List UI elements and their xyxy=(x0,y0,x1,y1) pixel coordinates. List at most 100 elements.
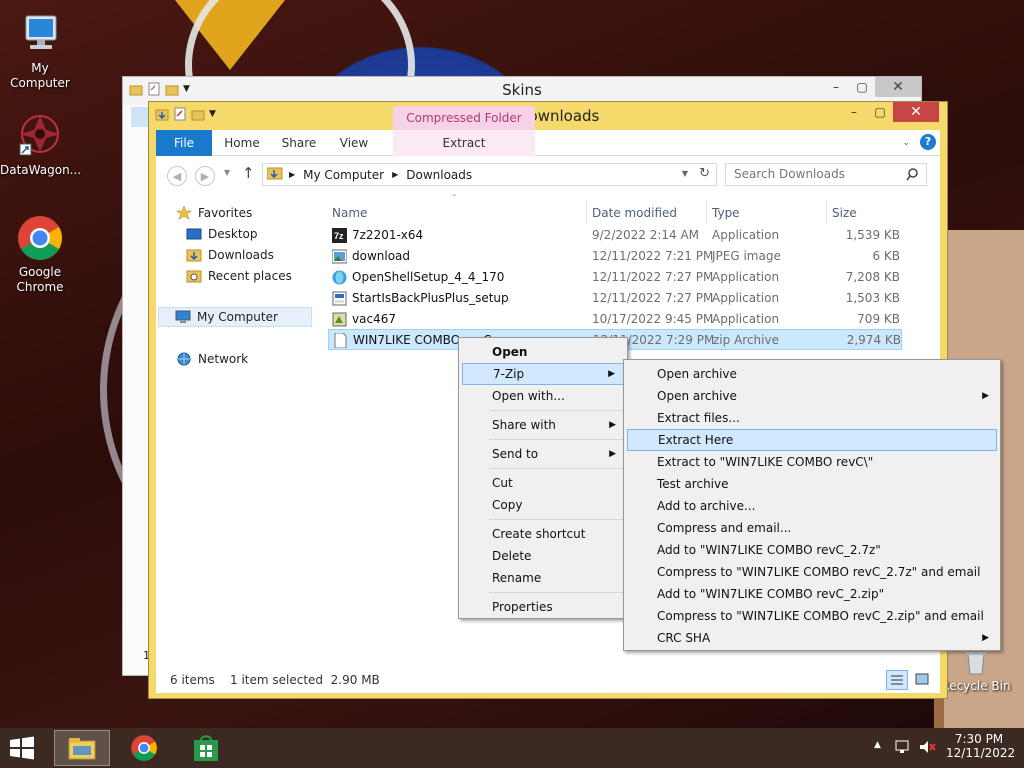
ribbon-tabs: Compressed Folder Tools File Home Share … xyxy=(156,106,940,156)
address-bar[interactable]: ▶ My Computer ▶ Downloads ▼ ↻ xyxy=(262,163,717,186)
column-header-type[interactable]: Type xyxy=(712,206,740,220)
column-divider[interactable] xyxy=(706,200,707,224)
tab-extract[interactable]: Extract xyxy=(393,130,535,156)
menu-item-rename[interactable]: Rename xyxy=(462,567,624,589)
close-button[interactable]: ✕ xyxy=(875,77,921,97)
menu-item-7zip[interactable]: 7-Zip ▶ xyxy=(462,363,624,385)
search-icon[interactable] xyxy=(906,167,918,188)
menu-label: Compress to "WIN7LIKE COMBO revC_2.zip" … xyxy=(657,609,984,623)
tab-share[interactable]: Share xyxy=(274,130,324,156)
chrome-icon xyxy=(16,214,64,262)
network-status-icon[interactable] xyxy=(894,738,912,759)
breadcrumb-separator-icon[interactable]: ▶ xyxy=(289,170,295,179)
breadcrumb-downloads[interactable]: Downloads xyxy=(406,168,472,182)
file-size: 7,208 KB xyxy=(845,270,900,284)
breadcrumb-separator-icon[interactable]: ▶ xyxy=(392,170,398,179)
nav-item-network[interactable]: Network xyxy=(176,349,248,369)
menu-item-create-shortcut[interactable]: Create shortcut xyxy=(462,523,624,545)
expand-ribbon-icon[interactable]: ⌄ xyxy=(902,138,910,148)
context-tab-header: Compressed Folder Tools xyxy=(393,106,535,149)
new-folder-icon[interactable] xyxy=(191,107,205,121)
zip-item-crc-sha[interactable]: CRC SHA ▶ xyxy=(627,627,997,649)
recent-locations-chevron-icon[interactable]: ▼ xyxy=(224,168,230,177)
chevron-down-icon[interactable]: ▼ xyxy=(209,109,216,119)
file-type: Application xyxy=(712,291,780,305)
tab-file[interactable]: File xyxy=(156,130,212,156)
forward-button[interactable]: ▶ xyxy=(195,166,215,186)
menu-label: Delete xyxy=(492,549,532,563)
desktop-icon-label: DataWagon... xyxy=(0,163,82,177)
zip-item-add-to-zip[interactable]: Add to "WIN7LIKE COMBO revC_2.zip" xyxy=(627,583,997,605)
menu-item-cut[interactable]: Cut xyxy=(462,472,624,494)
show-hidden-icons-icon[interactable]: ▲ xyxy=(874,740,881,750)
column-header-size[interactable]: Size xyxy=(832,206,857,220)
menu-item-properties[interactable]: Properties xyxy=(462,596,624,618)
taskbar-windows-store[interactable] xyxy=(178,730,234,766)
column-header-name[interactable]: Name xyxy=(332,206,367,220)
menu-label: Add to archive... xyxy=(657,499,756,513)
taskbar-google-chrome[interactable] xyxy=(116,730,172,766)
file-name: StartIsBackPlusPlus_setup xyxy=(352,291,509,305)
refresh-icon[interactable]: ↻ xyxy=(699,166,710,181)
close-button[interactable]: ✕ xyxy=(893,102,939,122)
start-button[interactable] xyxy=(8,736,38,760)
explorer-titlebar[interactable]: ▼ Downloads – ▢ ✕ xyxy=(149,102,947,130)
menu-item-copy[interactable]: Copy xyxy=(462,494,624,516)
breadcrumb-my-computer[interactable]: My Computer xyxy=(303,168,384,182)
back-button[interactable]: ◀ xyxy=(167,166,187,186)
nav-item-my-computer[interactable]: My Computer xyxy=(158,307,312,327)
zip-item-add-to-archive[interactable]: Add to archive... xyxy=(627,495,997,517)
zip-item-add-to-7z[interactable]: Add to "WIN7LIKE COMBO revC_2.7z" xyxy=(627,539,997,561)
tab-home[interactable]: Home xyxy=(218,130,266,156)
nav-item-downloads[interactable]: Downloads xyxy=(186,245,274,265)
clock[interactable]: 7:30 PM 12/11/2022 xyxy=(946,732,1015,760)
details-view-icon[interactable] xyxy=(886,670,908,690)
image-file-icon xyxy=(331,249,348,264)
up-arrow-icon[interactable]: ↑ xyxy=(242,164,255,182)
desktop-icon-my-computer[interactable]: My Computer xyxy=(0,10,80,91)
file-row[interactable]: vac467 10/17/2022 9:45 PM Application 70… xyxy=(328,309,902,330)
tab-view[interactable]: View xyxy=(330,130,378,156)
menu-item-open[interactable]: Open xyxy=(462,341,624,363)
maximize-button[interactable]: ▢ xyxy=(849,77,875,97)
zip-item-test-archive[interactable]: Test archive xyxy=(627,473,997,495)
address-dropdown-icon[interactable]: ▼ xyxy=(682,169,688,178)
taskbar-file-explorer[interactable] xyxy=(54,730,110,766)
minimize-button[interactable]: – xyxy=(841,102,867,122)
column-divider[interactable] xyxy=(586,200,587,224)
desktop-icon-google-chrome[interactable]: Google Chrome xyxy=(0,214,80,295)
nav-item-favorites[interactable]: Favorites xyxy=(176,203,252,223)
zip-item-compress-7z-email[interactable]: Compress to "WIN7LIKE COMBO revC_2.7z" a… xyxy=(627,561,997,583)
zip-item-compress-and-email[interactable]: Compress and email... xyxy=(627,517,997,539)
nav-label: Recent places xyxy=(208,269,292,283)
properties-icon[interactable] xyxy=(173,107,187,121)
zip-item-open-archive[interactable]: Open archive xyxy=(627,363,997,385)
menu-item-open-with[interactable]: Open with... xyxy=(462,385,624,407)
nav-item-recent-places[interactable]: Recent places xyxy=(186,266,292,286)
window-controls: – ▢ ✕ xyxy=(823,77,921,97)
column-header-date[interactable]: Date modified xyxy=(592,206,677,220)
volume-muted-icon[interactable] xyxy=(918,738,936,759)
zip-item-extract-here[interactable]: Extract Here xyxy=(627,429,997,451)
minimize-button[interactable]: – xyxy=(823,77,849,97)
maximize-button[interactable]: ▢ xyxy=(867,102,893,122)
help-icon[interactable]: ? xyxy=(920,134,936,150)
search-input[interactable]: Search Downloads xyxy=(725,163,927,186)
large-icons-view-icon[interactable] xyxy=(912,670,934,690)
desktop-icon-datawagon[interactable]: DataWagon... xyxy=(0,112,82,178)
zip-item-extract-files[interactable]: Extract files... xyxy=(627,407,997,429)
menu-item-delete[interactable]: Delete xyxy=(462,545,624,567)
menu-separator xyxy=(489,592,624,593)
menu-item-send-to[interactable]: Send to ▶ xyxy=(462,443,624,465)
file-row[interactable]: 7z 7z2201-x64 9/2/2022 2:14 AM Applicati… xyxy=(328,225,902,246)
zip-item-compress-zip-email[interactable]: Compress to "WIN7LIKE COMBO revC_2.zip" … xyxy=(627,605,997,627)
nav-item-desktop[interactable]: Desktop xyxy=(186,224,258,244)
zip-item-open-archive-submenu[interactable]: Open archive ▶ xyxy=(627,385,997,407)
clock-time: 7:30 PM xyxy=(954,732,1004,746)
zip-item-extract-to-folder[interactable]: Extract to "WIN7LIKE COMBO revC\" xyxy=(627,451,997,473)
column-divider[interactable] xyxy=(826,200,827,224)
file-row[interactable]: OpenShellSetup_4_4_170 12/11/2022 7:27 P… xyxy=(328,267,902,288)
menu-item-share-with[interactable]: Share with ▶ xyxy=(462,414,624,436)
file-row[interactable]: StartIsBackPlusPlus_setup 12/11/2022 7:2… xyxy=(328,288,902,309)
file-row[interactable]: download 12/11/2022 7:21 PM JPEG image 6… xyxy=(328,246,902,267)
